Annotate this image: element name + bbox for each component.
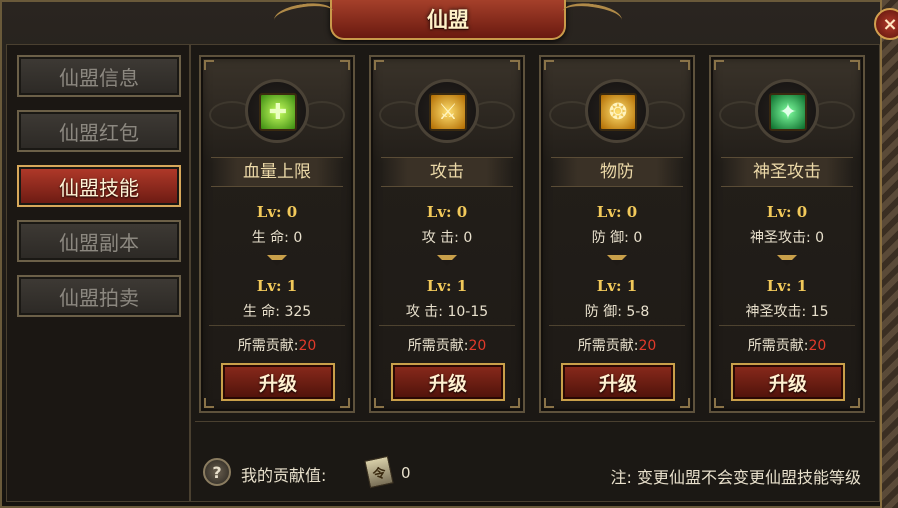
- contribution-token-icon: 令: [364, 455, 394, 489]
- window-title-plate: 仙盟: [272, 0, 624, 40]
- menu-item-guild-red-packet[interactable]: 仙盟红包: [17, 110, 181, 152]
- current-level: Lv: 0: [766, 203, 808, 221]
- cost-value: 20: [638, 338, 657, 354]
- close-button[interactable]: ×: [874, 8, 898, 40]
- attack-icon: ⚔: [429, 93, 467, 131]
- upgrade-button[interactable]: 升级: [731, 363, 845, 401]
- menu-item-guild-auction[interactable]: 仙盟拍卖: [17, 275, 181, 317]
- divider: [719, 325, 855, 326]
- blood-cap-icon: ✚: [259, 93, 297, 131]
- contribution-label: 我的贡献值:: [241, 466, 327, 485]
- current-level: Lv: 0: [256, 203, 298, 221]
- side-menu: 仙盟信息 仙盟红包 仙盟技能 仙盟副本 仙盟拍卖: [6, 44, 190, 502]
- menu-item-label: 仙盟拍卖: [59, 285, 139, 310]
- divider: [549, 325, 685, 326]
- skills-panel: ✚ 血量上限 Lv: 0 生 命: 0 Lv: 1 生 命: 325 所需贡献:…: [190, 44, 880, 502]
- cost-label: 所需贡献:: [407, 338, 469, 354]
- next-level: Lv: 1: [766, 277, 808, 295]
- contribution-value: 0: [401, 464, 411, 482]
- menu-item-label: 仙盟红包: [59, 120, 139, 145]
- cost-value: 20: [298, 338, 317, 354]
- footer-bar: ? 我的贡献值: 令 0 注: 变更仙盟不会变更仙盟技能等级: [195, 421, 875, 497]
- menu-item-guild-skills[interactable]: 仙盟技能: [17, 165, 181, 207]
- current-stat: 防 御: 0: [591, 230, 643, 246]
- footer-note: 注: 变更仙盟不会变更仙盟技能等级: [610, 468, 861, 487]
- current-stat: 神圣攻击: 0: [749, 230, 825, 246]
- current-stat: 攻 击: 0: [421, 230, 473, 246]
- skill-card-attack: ⚔ 攻击 Lv: 0 攻 击: 0 Lv: 1 攻 击: 10-15 所需贡献:…: [369, 55, 525, 413]
- background-scenery: [880, 0, 898, 508]
- skill-name: 物防: [551, 157, 683, 187]
- menu-item-label: 仙盟技能: [59, 175, 139, 200]
- current-level: Lv: 0: [426, 203, 468, 221]
- menu-item-label: 仙盟信息: [59, 65, 139, 90]
- skill-card-defense: ❂ 物防 Lv: 0 防 御: 0 Lv: 1 防 御: 5-8 所需贡献:20…: [539, 55, 695, 413]
- skill-name: 血量上限: [211, 157, 343, 187]
- next-level: Lv: 1: [426, 277, 468, 295]
- close-icon: ×: [882, 13, 898, 35]
- divider: [209, 325, 345, 326]
- defense-icon: ❂: [599, 93, 637, 131]
- skill-name: 攻击: [381, 157, 513, 187]
- next-level: Lv: 1: [256, 277, 298, 295]
- cost-label: 所需贡献:: [577, 338, 639, 354]
- holy-attack-icon: ✦: [769, 93, 807, 131]
- current-stat: 生 命: 0: [251, 230, 303, 246]
- skill-card-holy-attack: ✦ 神圣攻击 Lv: 0 神圣攻击: 0 Lv: 1 神圣攻击: 15 所需贡献…: [709, 55, 865, 413]
- upgrade-button[interactable]: 升级: [561, 363, 675, 401]
- next-stat: 攻 击: 10-15: [405, 304, 489, 320]
- cost-line: 所需贡献:20: [541, 335, 693, 355]
- cost-line: 所需贡献:20: [371, 335, 523, 355]
- divider: [379, 325, 515, 326]
- cost-label: 所需贡献:: [237, 338, 299, 354]
- menu-item-guild-info[interactable]: 仙盟信息: [17, 55, 181, 97]
- help-icon[interactable]: ?: [203, 458, 231, 486]
- next-stat: 生 命: 325: [242, 304, 312, 320]
- cost-label: 所需贡献:: [747, 338, 809, 354]
- skill-card-blood-cap: ✚ 血量上限 Lv: 0 生 命: 0 Lv: 1 生 命: 325 所需贡献:…: [199, 55, 355, 413]
- cost-value: 20: [808, 338, 827, 354]
- cost-line: 所需贡献:20: [201, 335, 353, 355]
- cost-line: 所需贡献:20: [711, 335, 863, 355]
- upgrade-button[interactable]: 升级: [391, 363, 505, 401]
- menu-item-label: 仙盟副本: [59, 230, 139, 255]
- upgrade-button[interactable]: 升级: [221, 363, 335, 401]
- cost-value: 20: [468, 338, 487, 354]
- next-stat: 防 御: 5-8: [584, 304, 650, 320]
- skill-name: 神圣攻击: [721, 157, 853, 187]
- next-stat: 神圣攻击: 15: [745, 304, 829, 320]
- menu-item-guild-dungeon[interactable]: 仙盟副本: [17, 220, 181, 262]
- window-title: 仙盟: [427, 8, 469, 32]
- next-level: Lv: 1: [596, 277, 638, 295]
- current-level: Lv: 0: [596, 203, 638, 221]
